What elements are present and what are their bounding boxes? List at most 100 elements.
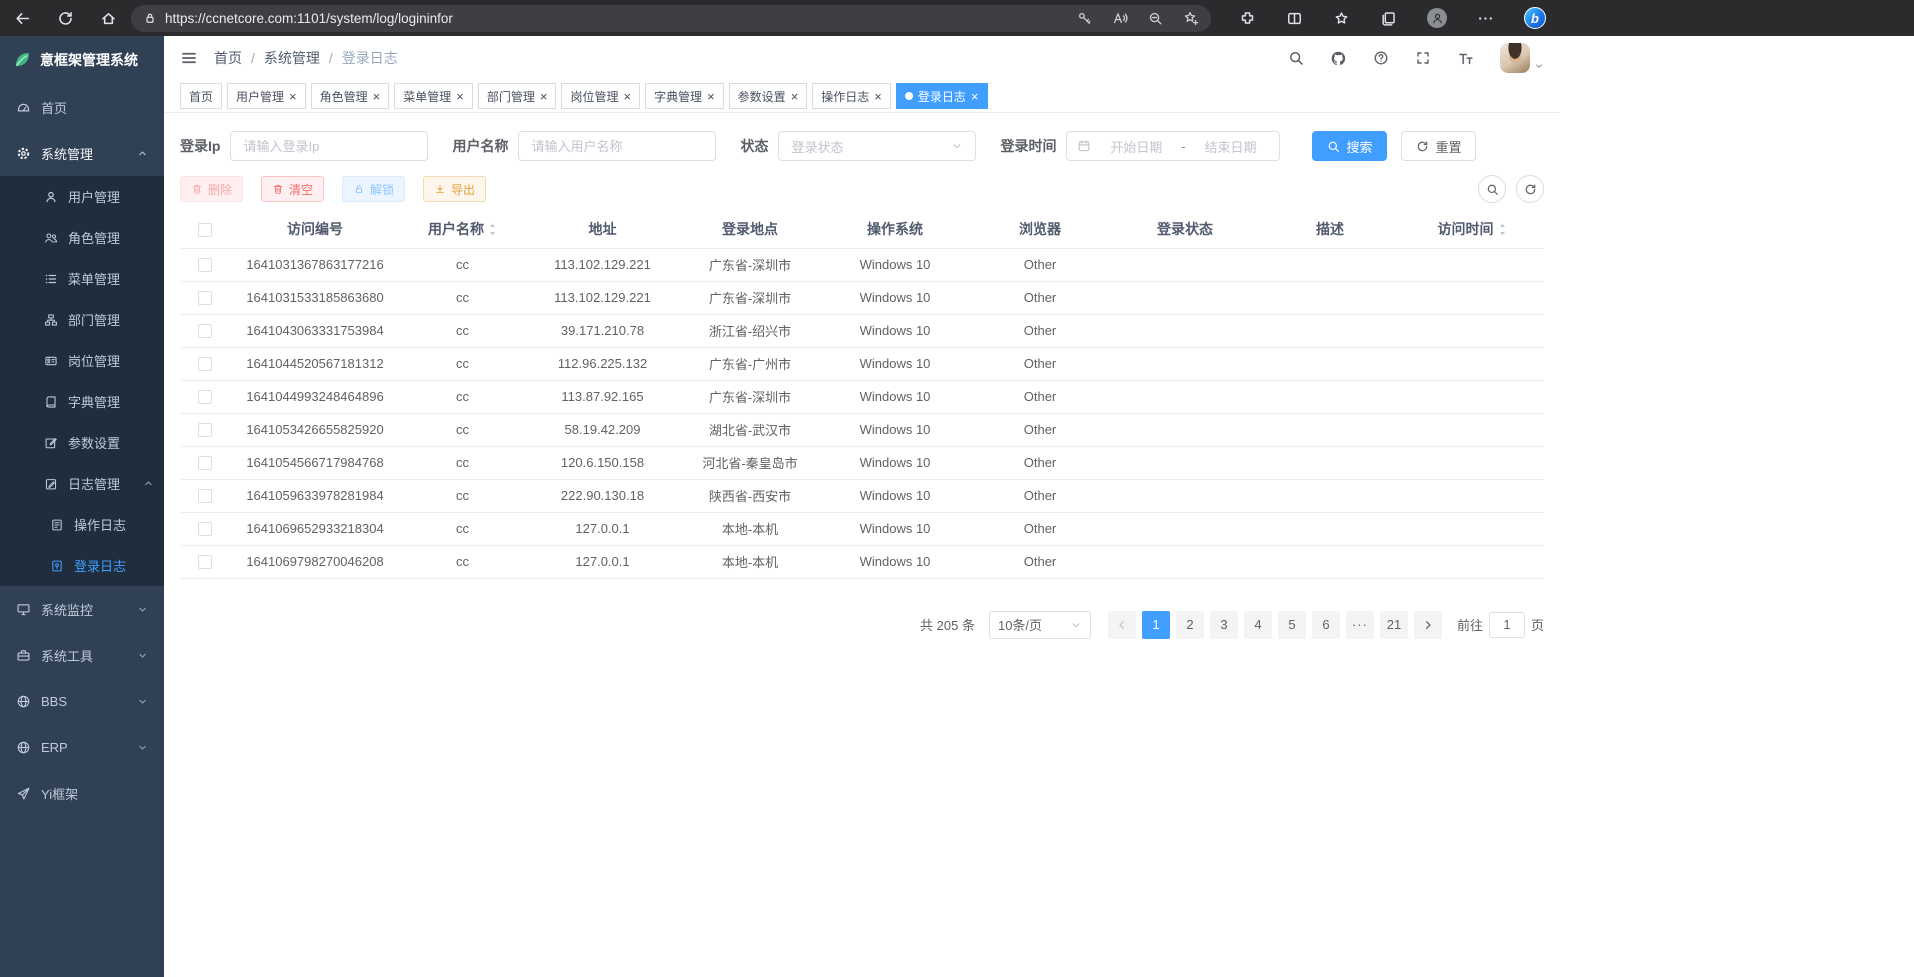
- browser-home-button[interactable]: [100, 10, 117, 27]
- browser-profile-icon[interactable]: [1427, 8, 1447, 28]
- favorites-icon[interactable]: [1333, 10, 1350, 27]
- pager-page-2[interactable]: 2: [1176, 611, 1204, 639]
- row-checkbox[interactable]: [198, 291, 212, 305]
- sidebar-item-logs[interactable]: 日志管理: [0, 463, 164, 504]
- pager-more[interactable]: ···: [1346, 611, 1374, 639]
- tab-3[interactable]: 菜单管理 ×: [394, 83, 473, 109]
- address-bar[interactable]: https://ccnetcore.com:1101/system/log/lo…: [131, 5, 1211, 32]
- user-avatar[interactable]: [1500, 43, 1530, 73]
- start-date-placeholder[interactable]: 开始日期: [1097, 137, 1175, 156]
- tab-close-icon[interactable]: ×: [874, 90, 882, 103]
- zoom-out-icon[interactable]: [1148, 11, 1163, 26]
- password-key-icon[interactable]: [1077, 11, 1092, 26]
- tab-6[interactable]: 字典管理 ×: [645, 83, 724, 109]
- row-checkbox[interactable]: [198, 522, 212, 536]
- breadcrumb-home[interactable]: 首页: [214, 48, 242, 68]
- browser-refresh-button[interactable]: [57, 10, 74, 27]
- pager-page-21[interactable]: 21: [1380, 611, 1408, 639]
- user-menu[interactable]: [1500, 43, 1544, 73]
- sidebar-item-posts[interactable]: 岗位管理: [0, 340, 164, 381]
- row-checkbox[interactable]: [198, 456, 212, 470]
- row-checkbox[interactable]: [198, 555, 212, 569]
- delete-button[interactable]: 删除: [180, 176, 243, 202]
- row-checkbox[interactable]: [198, 423, 212, 437]
- url-text[interactable]: https://ccnetcore.com:1101/system/log/lo…: [165, 11, 1069, 26]
- github-icon[interactable]: [1330, 50, 1347, 67]
- sidebar-toggle-button[interactable]: [180, 49, 198, 67]
- pager-page-4[interactable]: 4: [1244, 611, 1272, 639]
- sort-icon[interactable]: [488, 222, 497, 237]
- split-screen-icon[interactable]: [1286, 10, 1303, 27]
- tab-close-icon[interactable]: ×: [707, 90, 715, 103]
- prev-page-button[interactable]: [1108, 611, 1136, 639]
- login-time-range-picker[interactable]: 开始日期 - 结束日期: [1066, 131, 1280, 161]
- reset-button[interactable]: 重置: [1401, 131, 1476, 161]
- sidebar-item-erp[interactable]: ERP: [0, 724, 164, 770]
- help-icon[interactable]: [1373, 50, 1389, 66]
- pager-page-5[interactable]: 5: [1278, 611, 1306, 639]
- pager-page-1[interactable]: 1: [1142, 611, 1170, 639]
- export-button[interactable]: 导出: [423, 176, 486, 202]
- row-checkbox[interactable]: [198, 357, 212, 371]
- tab-4[interactable]: 部门管理 ×: [478, 83, 557, 109]
- row-checkbox[interactable]: [198, 390, 212, 404]
- col-header-user-name[interactable]: 用户名称: [400, 211, 525, 248]
- pager-page-6[interactable]: 6: [1312, 611, 1340, 639]
- sidebar-item-bbs[interactable]: BBS: [0, 678, 164, 724]
- status-select[interactable]: 登录状态: [778, 131, 976, 161]
- collections-icon[interactable]: [1380, 10, 1397, 27]
- select-all-checkbox[interactable]: [198, 223, 212, 237]
- refresh-table-button[interactable]: [1516, 175, 1544, 203]
- user-name-input[interactable]: [518, 131, 716, 161]
- font-size-icon[interactable]: [1457, 50, 1474, 67]
- row-checkbox[interactable]: [198, 489, 212, 503]
- tab-close-icon[interactable]: ×: [373, 90, 381, 103]
- clear-button[interactable]: 清空: [261, 176, 324, 202]
- row-checkbox[interactable]: [198, 324, 212, 338]
- tab-1[interactable]: 用户管理 ×: [227, 83, 306, 109]
- col-header-visit-time[interactable]: 访问时间: [1400, 211, 1544, 248]
- tab-7[interactable]: 参数设置 ×: [729, 83, 808, 109]
- tab-close-icon[interactable]: ×: [289, 90, 297, 103]
- breadcrumb-system[interactable]: 系统管理: [264, 48, 320, 68]
- tab-close-icon[interactable]: ×: [971, 90, 979, 103]
- goto-page-input[interactable]: [1489, 612, 1525, 638]
- sidebar-item-users[interactable]: 用户管理: [0, 176, 164, 217]
- tab-close-icon[interactable]: ×: [623, 90, 631, 103]
- sidebar-item-home[interactable]: 首页: [0, 84, 164, 130]
- tab-2[interactable]: 角色管理 ×: [311, 83, 390, 109]
- row-checkbox[interactable]: [198, 258, 212, 272]
- fullscreen-icon[interactable]: [1415, 50, 1431, 66]
- sidebar-item-tools[interactable]: 系统工具: [0, 632, 164, 678]
- next-page-button[interactable]: [1414, 611, 1442, 639]
- extensions-icon[interactable]: [1239, 10, 1256, 27]
- search-button[interactable]: 搜索: [1312, 131, 1387, 161]
- sidebar-item-login-log[interactable]: 登录日志: [0, 545, 164, 586]
- sidebar-item-system[interactable]: 系统管理: [0, 130, 164, 176]
- sidebar-item-menus[interactable]: 菜单管理: [0, 258, 164, 299]
- sidebar-item-yi-framework[interactable]: Yi框架: [0, 770, 164, 816]
- tab-0[interactable]: 首页: [180, 83, 222, 109]
- add-favorite-icon[interactable]: [1183, 10, 1199, 26]
- sidebar-item-params[interactable]: 参数设置: [0, 422, 164, 463]
- tab-5[interactable]: 岗位管理 ×: [561, 83, 640, 109]
- sidebar-item-departments[interactable]: 部门管理: [0, 299, 164, 340]
- sidebar-item-dict[interactable]: 字典管理: [0, 381, 164, 422]
- browser-back-button[interactable]: [14, 10, 31, 27]
- tab-close-icon[interactable]: ×: [540, 90, 548, 103]
- tab-close-icon[interactable]: ×: [456, 90, 464, 103]
- pager-page-3[interactable]: 3: [1210, 611, 1238, 639]
- header-search-icon[interactable]: [1288, 50, 1304, 66]
- tab-8[interactable]: 操作日志 ×: [812, 83, 891, 109]
- login-ip-input[interactable]: [230, 131, 428, 161]
- tab-9[interactable]: 登录日志 ×: [896, 83, 988, 109]
- unlock-button[interactable]: 解锁: [342, 176, 405, 202]
- app-logo[interactable]: 意框架管理系统: [0, 36, 164, 84]
- read-aloud-icon[interactable]: [1112, 10, 1128, 26]
- sidebar-item-roles[interactable]: 角色管理: [0, 217, 164, 258]
- sidebar-item-monitor[interactable]: 系统监控: [0, 586, 164, 632]
- toggle-search-button[interactable]: [1478, 175, 1506, 203]
- end-date-placeholder[interactable]: 结束日期: [1192, 137, 1270, 156]
- page-size-select[interactable]: 10条/页: [989, 611, 1091, 639]
- tab-close-icon[interactable]: ×: [791, 90, 799, 103]
